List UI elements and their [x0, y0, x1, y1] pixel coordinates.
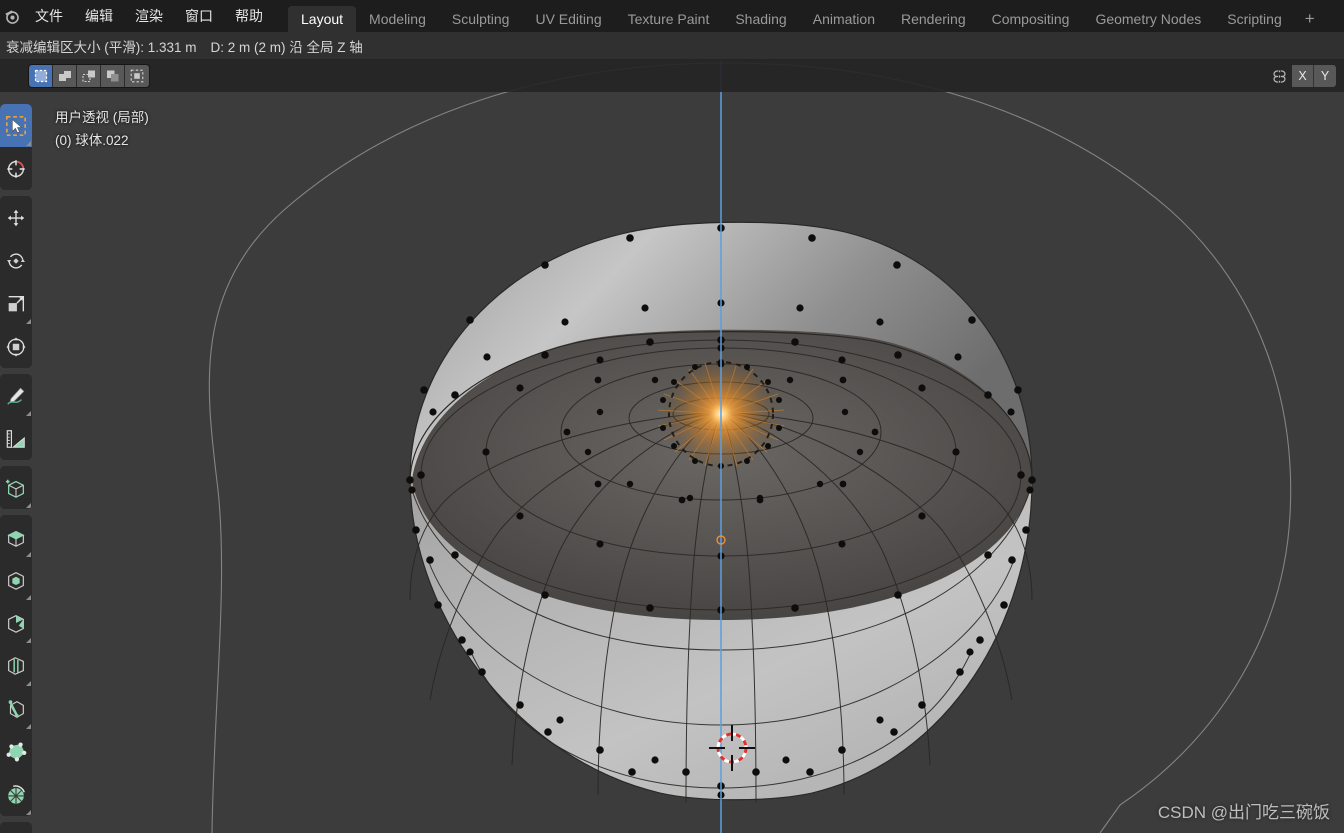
tool-annotate[interactable] — [0, 374, 32, 417]
tool-move[interactable] — [0, 196, 32, 239]
workspace-tabs: Layout Modeling Sculpting UV Editing Tex… — [288, 0, 1325, 32]
tool-group-select — [0, 104, 32, 190]
tool-knife[interactable] — [0, 687, 32, 730]
tab-animation[interactable]: Animation — [800, 6, 888, 32]
mirror-symmetry-icon[interactable] — [1266, 65, 1292, 87]
menu-file[interactable]: 文件 — [24, 0, 74, 32]
tool-spin[interactable] — [0, 773, 32, 816]
viewport-header: X Y — [0, 60, 1344, 92]
tool-cursor[interactable] — [0, 147, 32, 190]
tool-loop-cut[interactable] — [0, 644, 32, 687]
tool-inset-faces[interactable] — [0, 558, 32, 601]
tool-rotate[interactable] — [0, 239, 32, 282]
tool-expand-corner[interactable] — [26, 638, 31, 643]
tool-expand-corner[interactable] — [26, 595, 31, 600]
tool-expand-corner[interactable] — [26, 810, 31, 815]
csdn-watermark: CSDN @出门吃三碗饭 — [1157, 803, 1330, 822]
tab-rendering[interactable]: Rendering — [888, 6, 979, 32]
tool-expand-corner[interactable] — [26, 552, 31, 557]
tool-expand-corner[interactable] — [26, 503, 31, 508]
tool-expand-corner[interactable] — [26, 319, 31, 324]
menu-render[interactable]: 渲染 — [124, 0, 174, 32]
tool-tweak-select-box[interactable] — [0, 104, 32, 147]
tool-expand-corner[interactable] — [26, 724, 31, 729]
select-box-icon[interactable] — [29, 65, 53, 87]
viewport-object-name: (0) 球体.022 — [55, 133, 129, 148]
blender-window: 文件 编辑 渲染 窗口 帮助 Layout Modeling Sculpting… — [0, 0, 1344, 833]
viewport-toolbar — [0, 104, 32, 833]
select-mode-group — [28, 64, 150, 88]
tool-measure[interactable] — [0, 417, 32, 460]
menu-help[interactable]: 帮助 — [224, 0, 274, 32]
menu-edit[interactable]: 编辑 — [74, 0, 124, 32]
tab-sculpting[interactable]: Sculpting — [439, 6, 523, 32]
tab-modeling[interactable]: Modeling — [356, 6, 439, 32]
tool-expand-corner[interactable] — [26, 681, 31, 686]
select-invert-icon[interactable] — [101, 65, 125, 87]
tool-group-mesh-edit — [0, 515, 32, 816]
blender-logo-icon[interactable] — [0, 0, 24, 32]
tab-uv-editing[interactable]: UV Editing — [522, 6, 614, 32]
operator-status-bar: 衰减编辑区大小 (平滑): 1.331 m D: 2 m (2 m) 沿 全局 … — [0, 32, 1344, 60]
viewport-info-overlay: 用户透视 (局部) (0) 球体.022 — [55, 106, 149, 152]
tool-group-annotate — [0, 374, 32, 460]
tool-transform[interactable] — [0, 325, 32, 368]
select-subtract-icon[interactable] — [77, 65, 101, 87]
tool-expand-corner[interactable] — [26, 141, 31, 146]
tab-scripting[interactable]: Scripting — [1214, 6, 1294, 32]
tab-shading[interactable]: Shading — [722, 6, 799, 32]
mirror-axis-x-toggle[interactable]: X — [1292, 65, 1314, 87]
3d-viewport[interactable]: X Y 用户透视 (局部) (0) 球体.022 CSDN @出门吃三碗饭 — [0, 60, 1344, 833]
tool-expand-corner[interactable] — [26, 411, 31, 416]
add-workspace-button[interactable]: + — [1295, 6, 1325, 32]
tool-bevel[interactable] — [0, 601, 32, 644]
select-extend-icon[interactable] — [53, 65, 77, 87]
menu-window[interactable]: 窗口 — [174, 0, 224, 32]
tool-poly-build[interactable] — [0, 730, 32, 773]
tab-compositing[interactable]: Compositing — [979, 6, 1083, 32]
viewport-view-name: 用户透视 (局部) — [55, 110, 149, 125]
tool-scale[interactable] — [0, 282, 32, 325]
tool-smooth[interactable] — [0, 822, 32, 833]
tool-group-add — [0, 466, 32, 509]
viewport-header-right: X Y — [1266, 65, 1344, 87]
top-menu-bar: 文件 编辑 渲染 窗口 帮助 Layout Modeling Sculpting… — [0, 0, 1344, 32]
tab-geometry-nodes[interactable]: Geometry Nodes — [1082, 6, 1214, 32]
tool-group-transform — [0, 196, 32, 368]
tool-group-deform — [0, 822, 32, 833]
operator-delta-text: D: 2 m (2 m) 沿 全局 Z 轴 — [210, 39, 363, 55]
viewport-scene — [0, 60, 1344, 833]
select-intersect-icon[interactable] — [125, 65, 149, 87]
mirror-axis-y-toggle[interactable]: Y — [1314, 65, 1336, 87]
tool-add-cube[interactable] — [0, 466, 32, 509]
tab-texture-paint[interactable]: Texture Paint — [615, 6, 723, 32]
tool-extrude-region[interactable] — [0, 515, 32, 558]
tab-layout[interactable]: Layout — [288, 6, 357, 32]
operator-status-text: 衰减编辑区大小 (平滑): 1.331 m — [6, 39, 197, 55]
